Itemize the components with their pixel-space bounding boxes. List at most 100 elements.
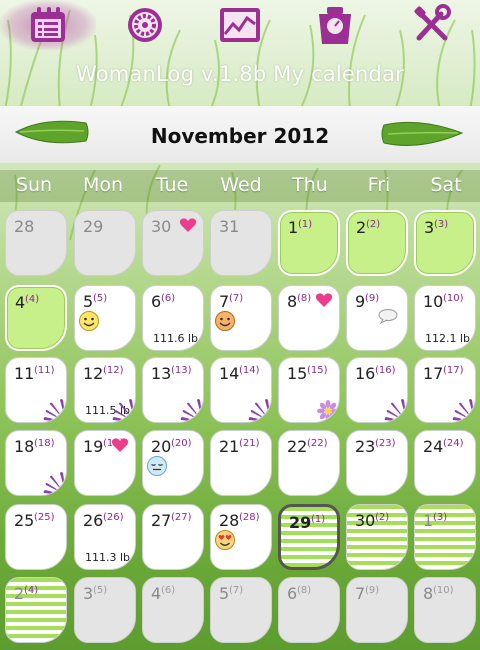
calendar-day[interactable]: 5 (7) xyxy=(210,577,272,643)
note-bubble-icon xyxy=(378,309,398,324)
next-month-button[interactable] xyxy=(380,119,466,149)
cycle-day-number: (12) xyxy=(103,365,124,376)
cycle-day-number: (21) xyxy=(239,438,260,449)
day-number: 7 xyxy=(355,584,366,603)
calendar-day[interactable]: 21 (21) xyxy=(210,430,272,496)
heart-icon xyxy=(179,218,197,232)
day-number: 27 xyxy=(151,511,172,530)
day-number: 5 xyxy=(83,292,94,311)
happy-mood-icon xyxy=(215,311,235,331)
flower-icon xyxy=(384,399,407,422)
day-number: 14 xyxy=(219,364,240,383)
calendar-day[interactable]: 10 (10) 112.1 lb xyxy=(414,285,476,351)
calendar-day-today[interactable]: 29 (1) xyxy=(278,504,340,570)
day-number: 4 xyxy=(151,584,162,603)
calendar-day[interactable]: 11 (11) xyxy=(5,357,67,423)
calendar-day[interactable]: 28 (28) xyxy=(210,504,272,570)
weekday-header: Sun Mon Tue Wed Thu Fri Sat xyxy=(0,170,480,202)
day-number: 28 xyxy=(14,217,35,236)
day-number: 21 xyxy=(219,437,240,456)
calendar-day[interactable]: 28 xyxy=(5,210,67,276)
day-number: 16 xyxy=(355,364,376,383)
cycle-day-number: (9) xyxy=(365,585,380,596)
cycle-day-number: (1) xyxy=(311,514,326,525)
calendar-day[interactable]: 7 (9) xyxy=(346,577,408,643)
calendar-day[interactable]: 24 (24) xyxy=(414,430,476,496)
day-number: 8 xyxy=(287,292,298,311)
day-number: 11 xyxy=(14,364,35,383)
cycle-day-number: (7) xyxy=(229,585,244,596)
calendar-day[interactable]: 5 (5) xyxy=(74,285,136,351)
flower-icon xyxy=(248,399,271,422)
weight-tab[interactable] xyxy=(311,3,359,47)
calendar-day[interactable]: 9 (9) xyxy=(346,285,408,351)
calendar-day[interactable]: 16 (16) xyxy=(346,357,408,423)
calendar-day[interactable]: 6 (8) xyxy=(278,577,340,643)
day-number: 1 xyxy=(423,511,434,530)
cycle-day-number: (22) xyxy=(307,438,328,449)
calendar-day[interactable]: 8 (10) xyxy=(414,577,476,643)
calendar-day[interactable]: 30 xyxy=(142,210,204,276)
calendar-tab[interactable] xyxy=(0,0,96,50)
cycle-day-number: (6) xyxy=(161,293,176,304)
weekday-label: Thu xyxy=(292,174,328,196)
calendar-day[interactable]: 20 (20) xyxy=(142,430,204,496)
month-navigation: November 2012 xyxy=(0,106,480,163)
cycle-day-number: (5) xyxy=(93,585,108,596)
calendar-day[interactable]: 6 (6) 111.6 lb xyxy=(142,285,204,351)
calendar-day[interactable]: 18 (18) xyxy=(5,430,67,496)
weekday-label: Sat xyxy=(430,174,462,196)
day-number: 7 xyxy=(219,292,230,311)
flower-icon xyxy=(43,399,66,422)
calendar-day[interactable]: 17 (17) xyxy=(414,357,476,423)
calendar-day[interactable]: 3 (5) xyxy=(74,577,136,643)
cycle-day-number: (2) xyxy=(375,512,390,523)
calendar-day[interactable]: 26 (26) 111.3 lb xyxy=(74,504,136,570)
calendar-day[interactable]: 4 (4) xyxy=(5,285,67,351)
heart-icon xyxy=(315,293,333,307)
day-number: 2 xyxy=(14,584,25,603)
day-number: 30 xyxy=(151,217,172,236)
cycle-day-number: (5) xyxy=(93,293,108,304)
cycle-day-number: (8) xyxy=(297,585,312,596)
weekday-label: Sun xyxy=(15,174,53,196)
day-number: 25 xyxy=(14,511,35,530)
calendar-day[interactable]: 2 (2) xyxy=(346,210,408,276)
calendar-day[interactable]: 13 (13) xyxy=(142,357,204,423)
cycle-day-number: (3) xyxy=(433,512,448,523)
calendar-day[interactable]: 12 (12) 111.5 lb xyxy=(74,357,136,423)
calendar-day[interactable]: 19(19) xyxy=(74,430,136,496)
calendar-day[interactable]: 1 (3) xyxy=(414,504,476,570)
calendar-day[interactable]: 3 (3) xyxy=(414,210,476,276)
day-number: 29 xyxy=(289,513,312,532)
calendar-day[interactable]: 7 (7) xyxy=(210,285,272,351)
settings-tab[interactable] xyxy=(408,3,456,47)
day-number: 18 xyxy=(14,437,35,456)
calendar-day[interactable]: 4 (6) xyxy=(142,577,204,643)
cycle-day-number: (24) xyxy=(443,438,464,449)
calendar-day[interactable]: 31 xyxy=(210,210,272,276)
flower-icon xyxy=(43,472,66,495)
calendar-day[interactable]: 14 (14) xyxy=(210,357,272,423)
cycle-day-number: (11) xyxy=(34,365,55,376)
day-number: 9 xyxy=(355,292,366,311)
cycle-tab[interactable] xyxy=(121,3,169,47)
cycle-day-number: (14) xyxy=(239,365,260,376)
calendar-day[interactable]: 22 (22) xyxy=(278,430,340,496)
cycle-day-number: (23) xyxy=(375,438,396,449)
calendar-day[interactable]: 8 (8) xyxy=(278,285,340,351)
day-number: 3 xyxy=(83,584,94,603)
cycle-day-number: (27) xyxy=(171,512,192,523)
calendar-day[interactable]: 25 (25) xyxy=(5,504,67,570)
calendar-grid: 28 29 30 31 1 (1) 2 (2) 3 (3) 4 (4) 5 (5) 6 (6) 111.6 lb… xyxy=(0,210,480,650)
day-number: 23 xyxy=(355,437,376,456)
calendar-day[interactable]: 29 xyxy=(74,210,136,276)
calendar-day[interactable]: 1 (1) xyxy=(278,210,340,276)
calendar-day[interactable]: 27 (27) xyxy=(142,504,204,570)
calendar-day[interactable]: 30 (2) xyxy=(346,504,408,570)
cycle-day-number: (28) xyxy=(239,512,260,523)
chart-tab[interactable] xyxy=(216,3,264,47)
calendar-day[interactable]: 15 (15) xyxy=(278,357,340,423)
calendar-day[interactable]: 23 (23) xyxy=(346,430,408,496)
calendar-day[interactable]: 2 (4) xyxy=(5,577,67,643)
